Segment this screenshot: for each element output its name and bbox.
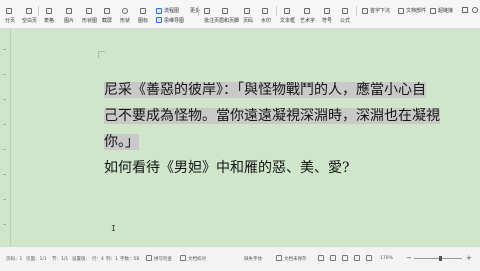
picture-icon[interactable] — [66, 8, 72, 14]
ruler-tick — [3, 199, 6, 200]
toolbar-item-formula[interactable]: 公式 — [340, 17, 350, 24]
toolbar-separator — [276, 6, 277, 16]
document-line-1[interactable]: 尼采《善惡的彼岸》：「與怪物戰鬥的人，應當小心自 — [104, 81, 426, 99]
status-bar: 页码：1 页面：1/1 节：1/1 设置值： 行：4 列：1 字数：58 拼写检… — [0, 246, 480, 271]
status-word-count[interactable]: 字数：58 — [120, 256, 139, 262]
toolbar-item-table[interactable]: 表格 — [44, 17, 54, 24]
page-number-icon[interactable] — [244, 8, 250, 14]
status-setting[interactable]: 设置值： — [72, 256, 90, 262]
toolbar-item-hyperlink[interactable]: 超链接 — [438, 7, 453, 14]
ruler-tick — [3, 74, 6, 75]
ruler-tick — [3, 149, 6, 150]
document-proofread-icon[interactable] — [180, 255, 186, 261]
toolbar-separator — [356, 6, 357, 16]
web-view-icon[interactable] — [366, 255, 372, 261]
toolbar-item-shape-chart[interactable]: 形状图 — [82, 17, 97, 24]
table-icon[interactable] — [46, 8, 52, 14]
selected-text[interactable]: 你。」 — [104, 134, 139, 150]
status-page-count[interactable]: 页面：1/1 — [26, 256, 47, 262]
ruler-tick — [3, 99, 6, 100]
toolbar-item-blank-page[interactable]: 空白页 — [22, 17, 37, 24]
drop-cap-icon[interactable] — [362, 8, 368, 14]
document-line-3[interactable]: 你。」 — [104, 133, 139, 151]
ruler-tick — [3, 49, 6, 50]
zoom-slider[interactable] — [414, 258, 462, 259]
zoom-slider-handle[interactable] — [439, 256, 443, 261]
toolbar-item-document-parts[interactable]: 文档部件 — [406, 7, 426, 14]
toolbar-item-screenshot[interactable]: 截屏 — [102, 17, 112, 24]
flowchart-icon[interactable] — [156, 8, 162, 14]
zoom-level[interactable]: 170% — [380, 256, 393, 261]
zoom-in-button[interactable]: + — [466, 254, 472, 262]
read-mode-icon[interactable] — [330, 255, 336, 261]
zoom-out-button[interactable]: − — [406, 254, 412, 262]
save-status-icon — [276, 255, 282, 261]
status-column[interactable]: 列：1 — [106, 256, 118, 262]
ribbon-options-icon[interactable] — [462, 7, 468, 13]
ruler-tick — [3, 224, 6, 225]
document-page[interactable]: 尼采《善惡的彼岸》：「與怪物戰鬥的人，應當小心自 己不要成為怪物。當你遠遠凝視深… — [16, 29, 480, 246]
mouse-ibeam-cursor-icon: I — [111, 224, 116, 233]
toolbar-item-mindmap[interactable]: 思维导图 — [164, 17, 184, 24]
formula-icon[interactable] — [342, 8, 348, 14]
toolbar-item-icons[interactable]: 图标 — [138, 17, 148, 24]
page-view-icon[interactable] — [342, 255, 348, 261]
document-line-4[interactable]: 如何看待《男妲》中和雁的惡、美、愛? — [104, 159, 350, 177]
wordart-icon[interactable] — [304, 8, 310, 14]
ribbon-toolbar: 分页 空白页 表格 图片 形状图 截屏 形状 图标 流程图 思维导图 更多 批注… — [0, 0, 480, 29]
toolbar-item-watermark[interactable]: 水印 — [261, 17, 271, 24]
symbol-icon[interactable] — [324, 8, 330, 14]
toolbar-item-flowchart[interactable]: 流程图 — [164, 7, 179, 14]
outline-view-icon[interactable] — [354, 255, 360, 261]
hyperlink-icon[interactable] — [430, 8, 436, 14]
selected-text[interactable]: 尼采《善惡的彼岸》：「與怪物戰鬥的人，應當小心自 — [104, 82, 426, 98]
comment-icon[interactable] — [204, 8, 210, 14]
mindmap-icon[interactable] — [156, 17, 162, 23]
icons-icon[interactable] — [140, 8, 146, 14]
ribbon-collapse-icon[interactable] — [472, 7, 478, 13]
header-footer-icon[interactable] — [222, 8, 228, 14]
toolbar-item-shapes[interactable]: 形状 — [120, 17, 130, 24]
toolbar-item-drop-cap[interactable]: 首字下沉 — [370, 7, 390, 14]
toolbar-item-wordart[interactable]: 艺术字 — [300, 17, 315, 24]
toolbar-item-symbol[interactable]: 符号 — [322, 17, 332, 24]
status-page-number[interactable]: 页码：1 — [6, 256, 22, 262]
toolbar-item-picture[interactable]: 图片 — [64, 17, 74, 24]
shape-icon[interactable] — [86, 8, 92, 14]
status-unsaved: 文档未保存 — [284, 257, 307, 262]
shapes-icon[interactable] — [122, 8, 128, 14]
eye-protect-icon[interactable] — [318, 255, 324, 261]
textbox-icon[interactable] — [284, 8, 290, 14]
toolbar-item-comment[interactable]: 批注 — [204, 17, 214, 24]
toolbar-item-page-break[interactable]: 分页 — [5, 17, 15, 24]
document-line-2[interactable]: 己不要成為怪物。當你遠遠凝視深淵時，深淵也在凝視 — [104, 107, 440, 125]
status-section[interactable]: 节：1/1 — [52, 256, 68, 262]
screenshot-icon[interactable] — [104, 8, 110, 14]
status-proofread[interactable]: 文档校对 — [188, 256, 206, 262]
document-parts-icon[interactable] — [398, 8, 404, 14]
toolbar-separator — [198, 6, 199, 16]
ruler-tick — [3, 124, 6, 125]
toolbar-item-page-number[interactable]: 页码 — [243, 17, 253, 24]
blank-page-icon[interactable] — [26, 8, 32, 14]
margin-corner-mark — [98, 51, 105, 58]
watermark-icon[interactable] — [262, 8, 268, 14]
ruler-tick — [3, 174, 6, 175]
toolbar-item-textbox[interactable]: 文本框 — [280, 17, 295, 24]
spell-check-icon[interactable] — [146, 255, 152, 261]
vertical-ruler — [0, 29, 11, 246]
status-missing-fonts[interactable]: 缺失字体 — [244, 256, 262, 262]
status-row[interactable]: 行：4 — [92, 256, 104, 262]
toolbar-separator — [38, 6, 39, 16]
toolbar-item-header-footer[interactable]: 页眉和页脚 — [214, 17, 239, 24]
status-spell-check[interactable]: 拼写检查 — [154, 256, 172, 262]
page-break-icon[interactable] — [6, 8, 12, 14]
selected-text[interactable]: 己不要成為怪物。當你遠遠凝視深淵時，深淵也在凝視 — [104, 108, 440, 124]
